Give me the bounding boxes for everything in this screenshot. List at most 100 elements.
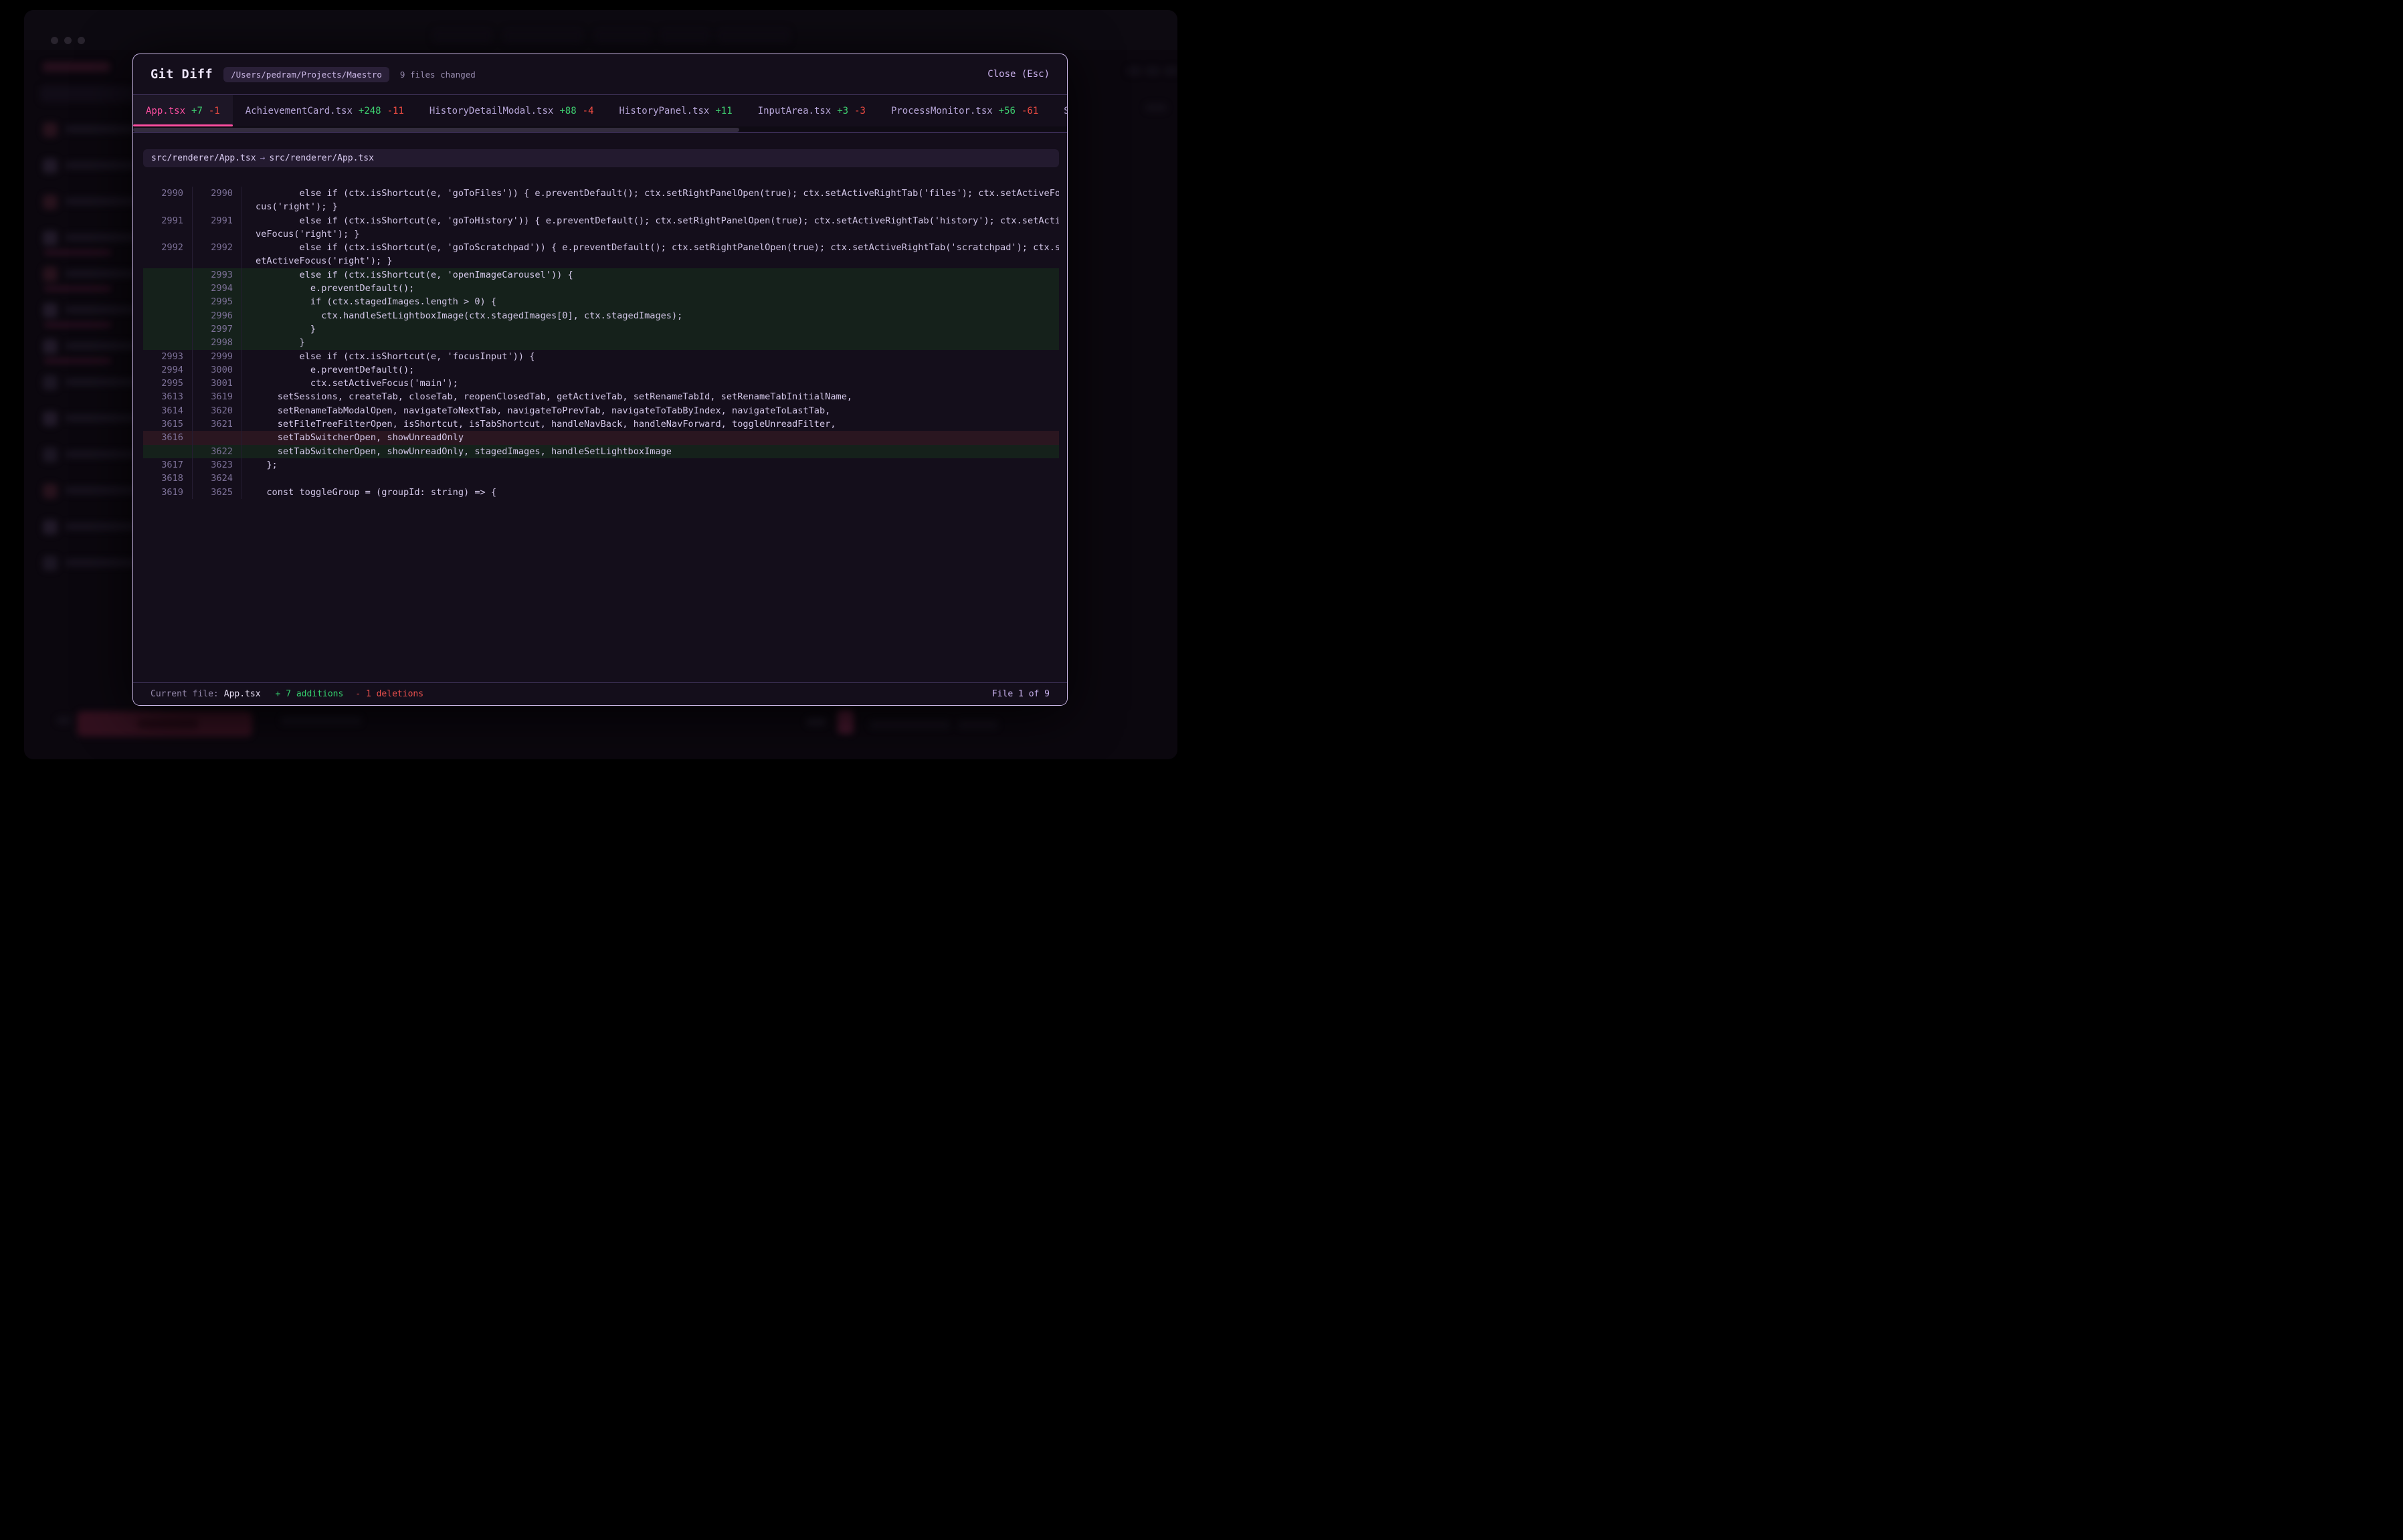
diff-row-2999: 29932999 else if (ctx.isShortcut(e, 'foc…	[143, 350, 1059, 363]
old-line-number: 3617	[143, 458, 193, 472]
code-text: }	[242, 322, 1059, 336]
blurred-progress-bar	[44, 323, 111, 326]
old-line-number: 2991	[143, 214, 193, 227]
blurred-blob	[43, 62, 110, 72]
blurred-blob	[43, 195, 58, 209]
tab-filename: AchievementCard.tsx	[246, 106, 353, 116]
modal-header: Git Diff /Users/pedram/Projects/Maestro …	[133, 54, 1067, 95]
tab-filename: HistoryDetailModal.tsx	[429, 106, 553, 116]
file-path-header: src/renderer/App.tsx→src/renderer/App.ts…	[143, 149, 1059, 167]
tab-filename: App.tsx	[146, 106, 185, 116]
tab-achievementcard-tsx[interactable]: AchievementCard.tsx+248-11	[233, 95, 417, 126]
old-line-number: 2994	[143, 363, 193, 377]
old-line-number: 3616	[143, 431, 193, 444]
old-line-number: 3615	[143, 417, 193, 431]
blurred-blob	[43, 339, 58, 354]
modal-title: Git Diff	[151, 68, 213, 82]
new-line-number: 2995	[193, 295, 242, 308]
blurred-progress-bar	[44, 359, 111, 363]
tab-additions: +56	[999, 106, 1016, 116]
tab-inputarea-tsx[interactable]: InputArea.tsx+3-3	[745, 95, 878, 126]
blurred-blob	[43, 411, 58, 426]
tabs-scrollbar[interactable]	[133, 126, 1067, 132]
diff-row-wrap: veFocus('right'); }	[143, 227, 1059, 241]
new-line-number	[193, 200, 242, 213]
new-line-number: 2997	[193, 322, 242, 336]
arrow-icon: →	[256, 153, 270, 163]
new-line-number: 2991	[193, 214, 242, 227]
new-line-number: 3621	[193, 417, 242, 431]
diff-row-2994: 2994 e.preventDefault();	[143, 282, 1059, 295]
tab-filename: Stand	[1064, 106, 1067, 116]
old-line-number: 3619	[143, 486, 193, 499]
tab-deletions: -11	[387, 106, 404, 116]
old-line-number: 3613	[143, 390, 193, 403]
old-line-number	[143, 295, 193, 308]
new-line-number: 2996	[193, 309, 242, 322]
code-text: else if (ctx.isShortcut(e, 'goToFiles'))…	[242, 187, 1059, 200]
tab-stand[interactable]: Stand	[1051, 95, 1067, 126]
tab-historydetailmodal-tsx[interactable]: HistoryDetailModal.tsx+88-4	[417, 95, 607, 126]
old-line-number: 2993	[143, 350, 193, 363]
blurred-blob	[1145, 104, 1167, 112]
tab-app-tsx[interactable]: App.tsx +7 -1	[133, 95, 233, 126]
blurred-blob	[838, 710, 854, 734]
blurred-blob	[43, 303, 58, 318]
diff-row-3623: 36173623 };	[143, 458, 1059, 472]
old-line-number	[143, 254, 193, 268]
blurred-progress-bar	[44, 287, 111, 290]
code-text: setTabSwitcherOpen, showUnreadOnly, stag…	[242, 445, 1059, 458]
file-tabs-section: App.tsx +7 -1 AchievementCard.tsx+248-11 His…	[133, 95, 1067, 133]
code-text: else if (ctx.isShortcut(e, 'openImageCar…	[242, 268, 1059, 282]
diff-row-3624: 36183624	[143, 472, 1059, 485]
tab-historypanel-tsx[interactable]: HistoryPanel.tsx+11	[607, 95, 745, 126]
modal-footer: Current file: App.tsx + 7 additions - 1 …	[133, 682, 1067, 705]
new-line-number: 2993	[193, 268, 242, 282]
tab-additions: +7	[191, 106, 203, 116]
code-text: ctx.handleSetLightboxImage(ctx.stagedIma…	[242, 309, 1059, 322]
current-file-name: App.tsx	[224, 689, 261, 699]
code-text: cus('right'); }	[242, 200, 1059, 213]
new-line-number	[193, 254, 242, 268]
tab-deletions: -61	[1022, 106, 1038, 116]
tab-filename: InputArea.tsx	[758, 106, 832, 116]
blurred-blob	[43, 556, 58, 571]
blurred-blob	[66, 125, 139, 133]
new-line-number: 2999	[193, 350, 242, 363]
blurred-progress-bar	[44, 251, 111, 254]
old-line-number	[143, 200, 193, 213]
old-line-number	[143, 322, 193, 336]
tab-additions: +3	[837, 106, 848, 116]
files-changed-count: 9 files changed	[400, 70, 476, 80]
blurred-blob	[958, 720, 998, 729]
file-tabs: App.tsx +7 -1 AchievementCard.tsx+248-11 His…	[133, 95, 1067, 126]
new-line-number: 3622	[193, 445, 242, 458]
tab-additions: +88	[559, 106, 576, 116]
tab-additions: +11	[715, 106, 732, 116]
new-line-number: 3001	[193, 377, 242, 390]
old-line-number	[143, 268, 193, 282]
tab-processmonitor-tsx[interactable]: ProcessMonitor.tsx+56-61	[878, 95, 1051, 126]
code-text: setSessions, createTab, closeTab, reopen…	[242, 390, 1059, 403]
deletions-count: - 1 deletions	[355, 689, 423, 699]
close-button[interactable]: Close (Esc)	[987, 69, 1050, 80]
path-from: src/renderer/App.tsx	[151, 153, 256, 163]
diff-row-3619: 36133619 setSessions, createTab, closeTa…	[143, 390, 1059, 403]
new-line-number: 3000	[193, 363, 242, 377]
blurred-blob	[432, 27, 492, 45]
code-text: etActiveFocus('right'); }	[242, 254, 1059, 268]
blurred-blob	[717, 27, 791, 45]
new-line-number: 3625	[193, 486, 242, 499]
tabs-scrollbar-thumb[interactable]	[133, 128, 739, 132]
additions-count: + 7 additions	[276, 689, 344, 699]
new-line-number	[193, 227, 242, 241]
tab-deletions: -1	[209, 106, 220, 116]
blurred-blob	[806, 718, 826, 726]
code-text: else if (ctx.isShortcut(e, 'goToHistory'…	[242, 214, 1059, 227]
diff-row-3622: 3622 setTabSwitcherOpen, showUnreadOnly,…	[143, 445, 1059, 458]
code-text: else if (ctx.isShortcut(e, 'focusInput')…	[242, 350, 1059, 363]
blurred-blob	[1145, 66, 1160, 76]
blurred-blob	[43, 448, 58, 462]
diff-row-3620: 36143620 setRenameTabModalOpen, navigate…	[143, 404, 1059, 417]
old-line-number	[143, 445, 193, 458]
